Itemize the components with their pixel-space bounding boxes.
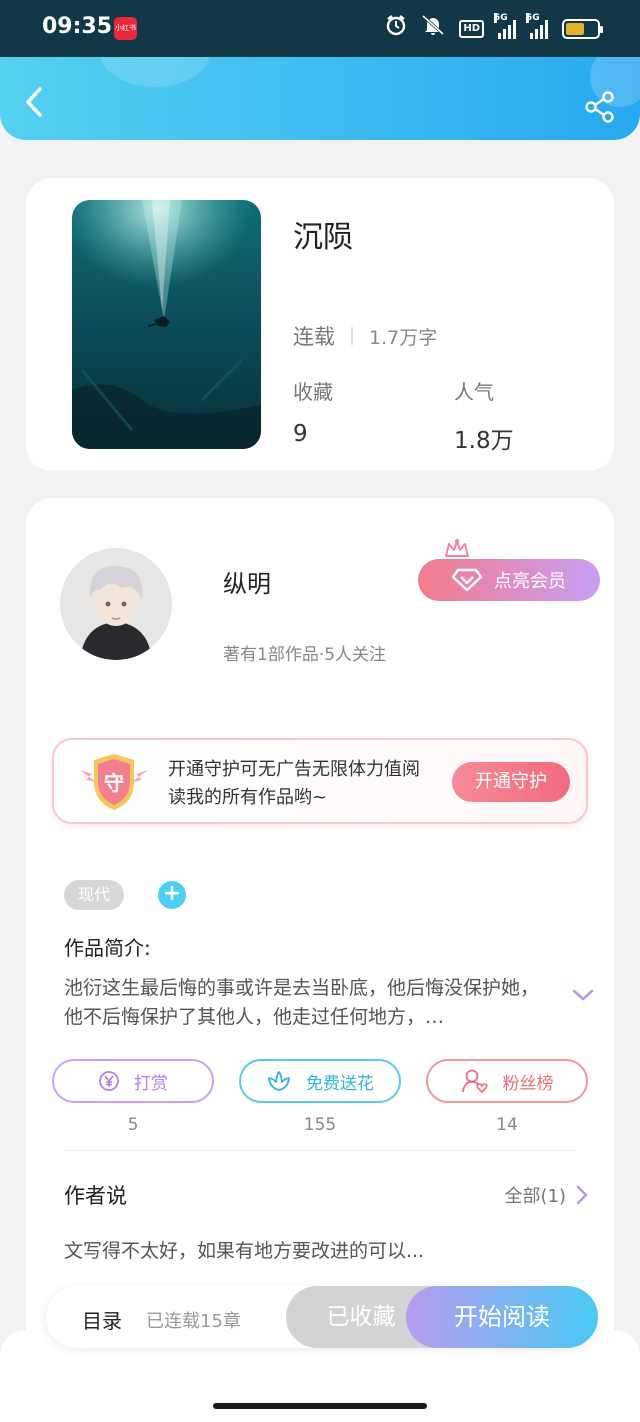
- popularity-stat: 人气 1.8万: [454, 376, 514, 455]
- intro-title: 作品简介:: [64, 936, 151, 960]
- diamond-icon: [452, 568, 482, 592]
- signal-2-label: 5G: [526, 12, 540, 23]
- status-time: 09:35: [42, 14, 113, 39]
- favorites-stat: 收藏 9: [293, 376, 333, 447]
- book-cover-image: [72, 200, 261, 449]
- author-avatar[interactable]: [60, 548, 172, 660]
- fans-rank-count: 14: [496, 1115, 518, 1135]
- vip-button-label: 点亮会员: [494, 571, 566, 592]
- author-name: 纵明: [223, 570, 271, 598]
- fans-user-heart-icon: [461, 1069, 488, 1094]
- book-status: 连载: [293, 325, 335, 349]
- popularity-value: 1.8万: [454, 428, 514, 454]
- word-count: 1.7万字: [369, 326, 438, 349]
- favorites-value: 9: [293, 421, 308, 447]
- popularity-label: 人气: [454, 380, 494, 404]
- app-notification-icon: 小红书: [114, 17, 137, 40]
- signal-1-label: 5G: [494, 12, 508, 23]
- author-says-title: 作者说: [64, 1184, 127, 1208]
- guard-promo-text: 开通守护可无广告无限体力值阅读我的所有作品哟~: [168, 759, 420, 808]
- chapter-count: 已连载15章: [146, 1311, 241, 1332]
- reward-count: 5: [127, 1115, 139, 1135]
- favorites-label: 收藏: [293, 380, 333, 404]
- signal-5g-icon-1: 5G: [494, 12, 516, 39]
- signal-5g-icon-2: 5G: [526, 12, 548, 39]
- alarm-icon: [385, 14, 407, 43]
- send-flower-label: 免费送花: [306, 1073, 374, 1094]
- book-title: 沉陨: [293, 220, 353, 255]
- book-status-row: 连载 1.7万字: [293, 321, 437, 351]
- chevron-left-icon: [26, 87, 42, 117]
- author-meta: 著有1部作品·5人关注: [223, 645, 387, 665]
- author-says-text: 文写得不太好，如果有地方要改进的可以...: [64, 1240, 425, 1262]
- send-flower-button[interactable]: 免费送花 155: [239, 1059, 401, 1135]
- reward-label: 打赏: [134, 1073, 168, 1094]
- guard-shield-icon: 守: [80, 754, 148, 810]
- back-button[interactable]: [20, 85, 50, 119]
- share-button[interactable]: [584, 91, 616, 123]
- toc-button[interactable]: 目录: [82, 1305, 122, 1334]
- divider: [351, 327, 353, 345]
- fans-rank-label: 粉丝榜: [502, 1073, 554, 1094]
- guard-promo-banner[interactable]: 守 开通守护可无广告无限体力值阅读我的所有作品哟~ 开通守护: [52, 738, 588, 824]
- yuan-coin-icon: [99, 1071, 119, 1091]
- vip-member-button[interactable]: 点亮会员: [418, 559, 600, 601]
- author-says-all-link[interactable]: 全部(1): [505, 1182, 589, 1208]
- chevron-right-icon: [576, 1185, 588, 1205]
- chevron-down-icon[interactable]: [572, 988, 594, 1002]
- hd-voice-icon: HD: [459, 19, 484, 38]
- add-tag-button[interactable]: +: [158, 881, 186, 909]
- battery-fill: [566, 22, 584, 35]
- open-guard-button[interactable]: 开通守护: [452, 762, 570, 802]
- home-indicator[interactable]: [213, 1403, 427, 1409]
- reward-button[interactable]: 打赏 5: [52, 1059, 214, 1135]
- start-reading-button[interactable]: 开始阅读: [406, 1286, 598, 1348]
- book-info-card: 沉陨 连载 1.7万字 收藏 9 人气 1.8万: [26, 178, 614, 471]
- mute-bell-icon: [421, 14, 445, 43]
- crown-icon: [445, 539, 469, 557]
- section-divider: [64, 1150, 576, 1151]
- battery-icon: [562, 18, 603, 39]
- share-icon: [585, 91, 614, 123]
- decor-bubble: [100, 57, 210, 87]
- status-bar: 09:35 小红书 HD 5G 5G: [0, 0, 640, 57]
- intro-text: 池衍这生最后悔的事或许是去当卧底，他后悔没保护她，他不后悔保护了其他人，他走过任…: [64, 977, 540, 1028]
- action-row: 打赏 5 免费送花 155 粉丝榜 14: [52, 1059, 588, 1141]
- author-says-all-label: 全部(1): [504, 1186, 567, 1207]
- flower-icon: [268, 1071, 290, 1091]
- top-header: [0, 57, 640, 140]
- guard-badge-char: 守: [104, 771, 124, 795]
- fans-rank-button[interactable]: 粉丝榜 14: [426, 1059, 588, 1135]
- author-card: 纵明 著有1部作品·5人关注 点亮会员 守 开通守护可无广告无限体力值阅读我的所…: [26, 498, 614, 1422]
- send-flower-count: 155: [303, 1115, 337, 1135]
- bottom-action-bar: 目录 已连载15章 已收藏 开始阅读: [46, 1286, 598, 1348]
- genre-tag[interactable]: 现代: [64, 880, 125, 910]
